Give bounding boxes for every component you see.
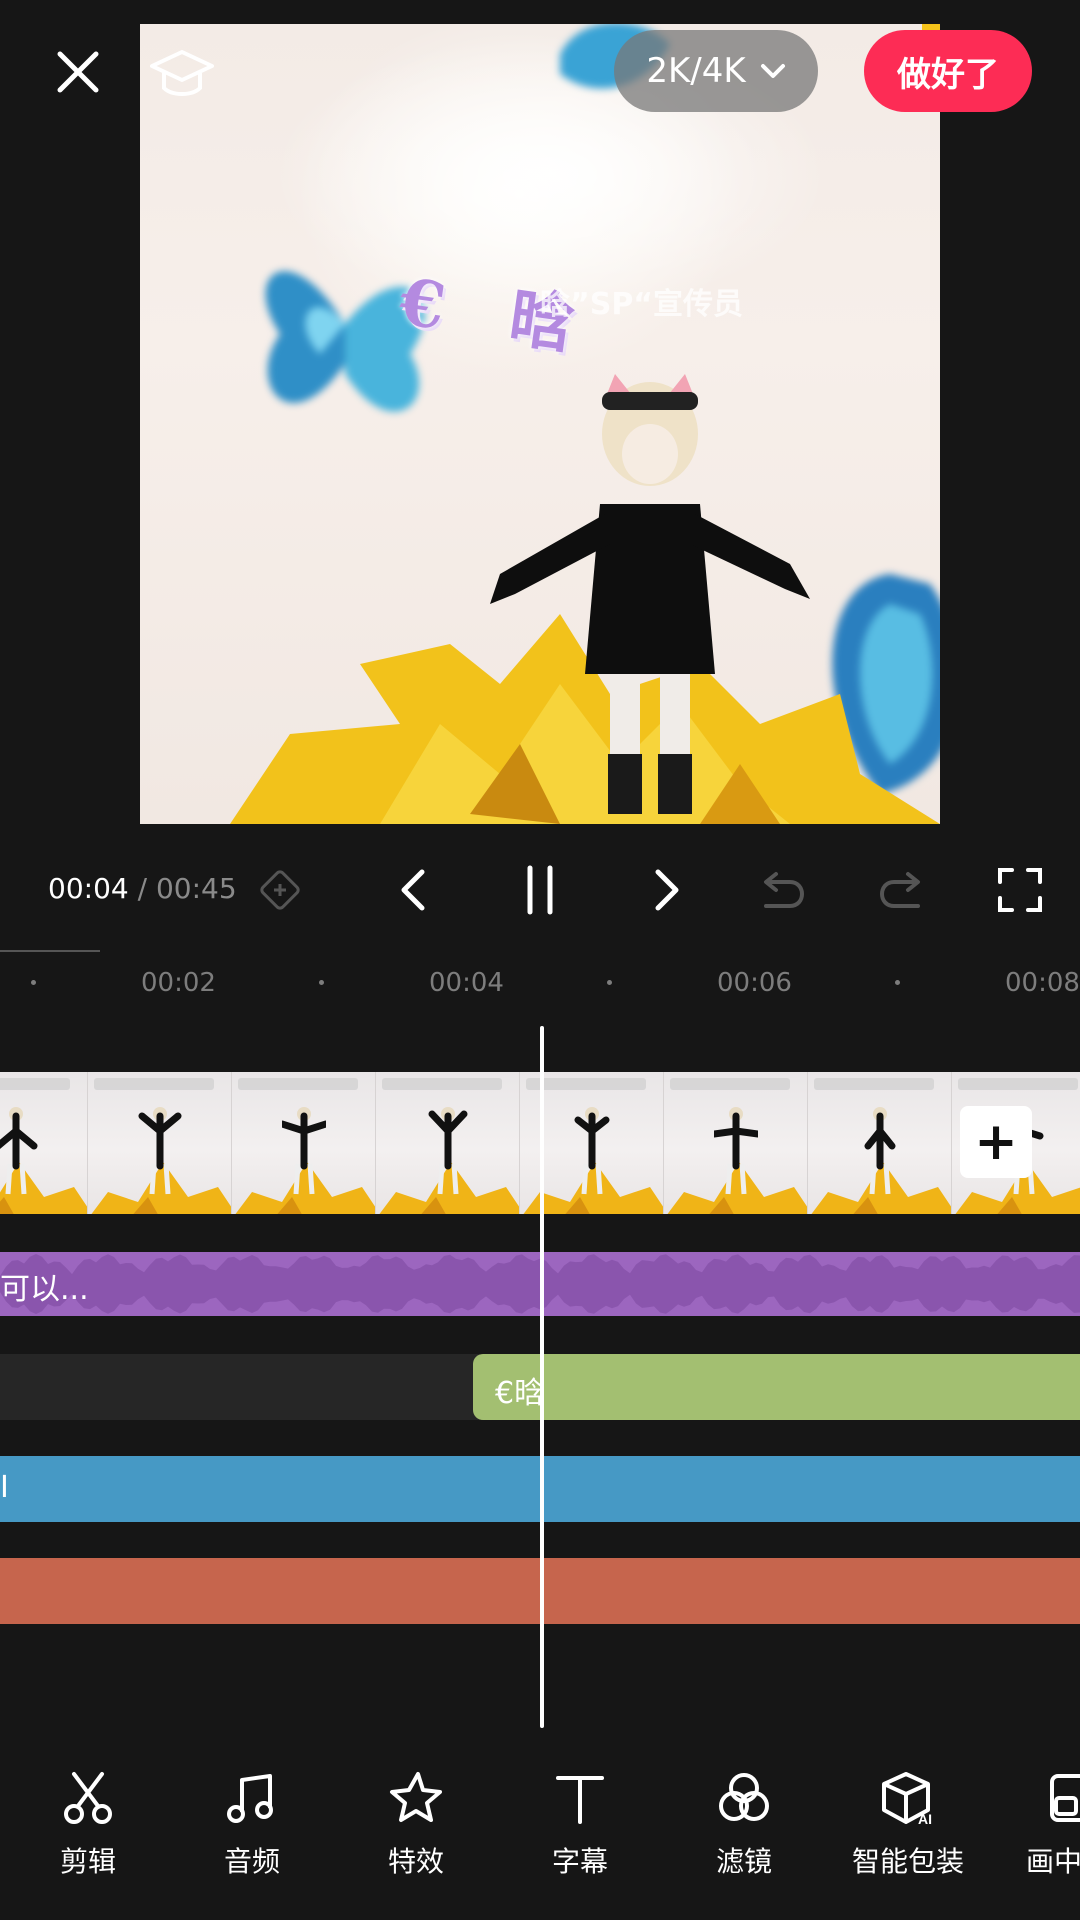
ruler-dot bbox=[31, 980, 36, 985]
text-clip-label: €晗 bbox=[495, 1376, 545, 1411]
ai-box-icon: AI bbox=[882, 1772, 932, 1826]
tool-smart-package-label: 智能包装 bbox=[851, 1845, 964, 1878]
tool-subtitles[interactable]: 字幕 bbox=[510, 1770, 650, 1880]
tool-filters-label: 滤镜 bbox=[715, 1845, 772, 1878]
video-preview[interactable]: € 晗 晗”SP“宣传员 bbox=[140, 24, 940, 824]
ruler-dot bbox=[607, 980, 612, 985]
tool-subtitles-label: 字幕 bbox=[551, 1845, 608, 1878]
sparkle-star-icon bbox=[390, 1772, 442, 1822]
overlay-text-small[interactable]: 晗”SP“宣传员 bbox=[540, 279, 743, 323]
resolution-selector[interactable]: 2K/4K bbox=[614, 30, 818, 112]
tool-effects[interactable]: 特效 bbox=[346, 1770, 486, 1880]
video-thumbnail bbox=[808, 1072, 952, 1214]
video-editor-screen: € 晗 晗”SP“宣传员 2K/4K 做好了 00:04 / 00:45 00:… bbox=[0, 0, 1080, 1920]
tool-edit-label: 剪辑 bbox=[59, 1845, 116, 1878]
ruler-tick: 00:06 bbox=[717, 968, 792, 998]
video-thumbnail bbox=[232, 1072, 376, 1214]
video-thumbnail bbox=[88, 1072, 232, 1214]
time-display: 00:04 / 00:45 bbox=[48, 872, 237, 905]
ruler-dot bbox=[895, 980, 900, 985]
playhead[interactable] bbox=[540, 1026, 544, 1728]
tool-audio-label: 音频 bbox=[223, 1845, 280, 1878]
timeline-progress-line bbox=[0, 950, 100, 952]
sticker-clip-label: I bbox=[0, 1470, 9, 1505]
music-note-icon bbox=[227, 1774, 273, 1823]
video-thumbnail bbox=[664, 1072, 808, 1214]
tool-edit[interactable]: 剪辑 bbox=[18, 1770, 158, 1880]
close-icon[interactable] bbox=[48, 42, 108, 102]
ruler-dot bbox=[319, 980, 324, 985]
video-thumbnail bbox=[376, 1072, 520, 1214]
bottom-toolbar: 剪辑 音频 特效 字幕 滤镜 AI 智能包装 画中 bbox=[0, 1740, 1080, 1920]
tool-effects-label: 特效 bbox=[387, 1845, 444, 1878]
text-clip[interactable]: €晗 bbox=[473, 1354, 1080, 1420]
resolution-label: 2K/4K bbox=[646, 51, 746, 91]
time-separator: / bbox=[137, 872, 148, 905]
tool-pip-label: 画中 bbox=[1026, 1845, 1080, 1878]
video-thumbnail bbox=[0, 1072, 88, 1214]
tool-filters[interactable]: 滤镜 bbox=[674, 1770, 814, 1880]
player-controls: 00:04 / 00:45 bbox=[0, 850, 1080, 930]
ruler-tick: 00:02 bbox=[141, 968, 216, 998]
done-button[interactable]: 做好了 bbox=[864, 30, 1032, 112]
text-t-icon bbox=[556, 1776, 604, 1824]
picture-in-picture-icon bbox=[1050, 1774, 1080, 1822]
chevron-down-icon bbox=[760, 64, 785, 78]
scissors-icon bbox=[64, 1772, 112, 1824]
tool-audio[interactable]: 音频 bbox=[182, 1770, 322, 1880]
tool-picture-in-picture[interactable]: 画中 bbox=[1002, 1770, 1080, 1880]
current-time: 00:04 bbox=[48, 872, 129, 905]
next-frame-icon[interactable] bbox=[636, 860, 696, 920]
filter-circles-icon bbox=[719, 1773, 769, 1821]
fullscreen-icon[interactable] bbox=[990, 860, 1050, 920]
dancing-character bbox=[490, 374, 810, 814]
audio-clip-label: 可以... bbox=[0, 1272, 89, 1307]
svg-text:AI: AI bbox=[918, 1811, 932, 1826]
undo-icon[interactable] bbox=[752, 860, 812, 920]
pause-icon[interactable] bbox=[510, 860, 570, 920]
add-clip-button[interactable]: + bbox=[960, 1106, 1032, 1178]
total-time: 00:45 bbox=[155, 872, 237, 905]
ruler-tick: 00:04 bbox=[429, 968, 504, 998]
tool-smart-package[interactable]: AI 智能包装 bbox=[838, 1770, 978, 1880]
graduation-cap-icon[interactable] bbox=[150, 46, 214, 102]
keyframe-diamond-icon[interactable] bbox=[250, 860, 310, 920]
previous-frame-icon[interactable] bbox=[384, 860, 444, 920]
ruler-tick: 00:08 bbox=[1005, 968, 1080, 998]
time-ruler[interactable]: 00:02 00:04 00:06 00:08 bbox=[0, 960, 1080, 1006]
redo-icon[interactable] bbox=[872, 860, 932, 920]
text-track-empty bbox=[0, 1354, 480, 1420]
